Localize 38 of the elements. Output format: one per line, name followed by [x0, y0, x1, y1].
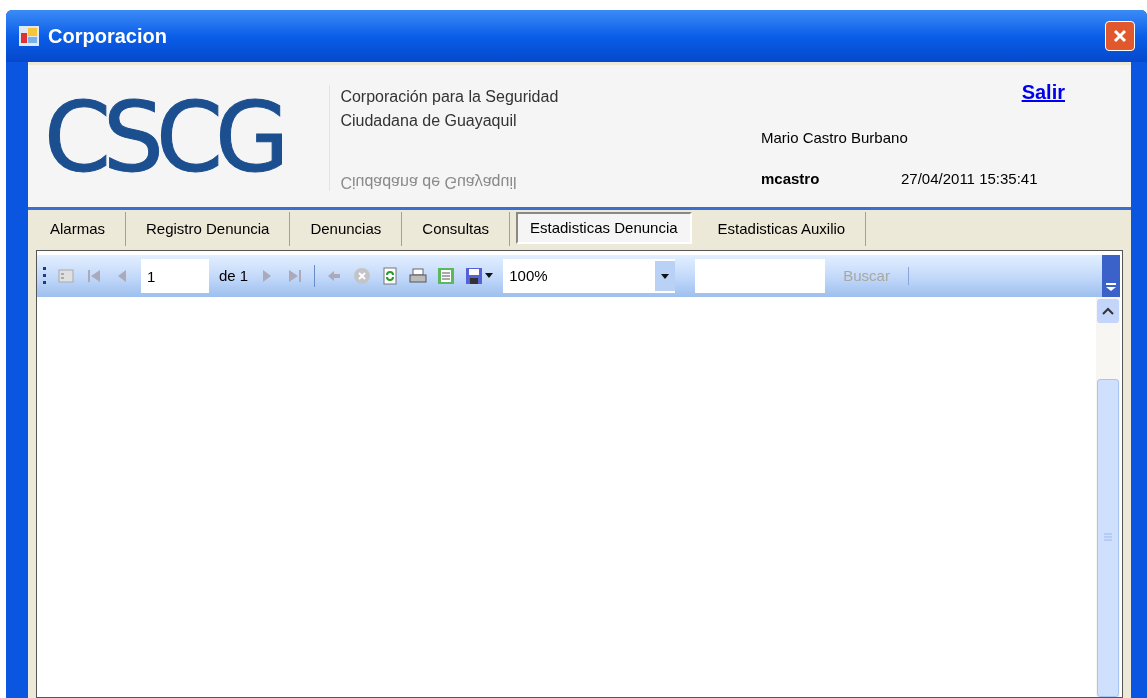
tab[interactable]: Registro Denuncia: [126, 212, 291, 246]
first-page-icon[interactable]: [85, 267, 103, 285]
app-icon: [18, 25, 40, 47]
organization-name: Corporación para la Seguridad: [340, 87, 559, 107]
username: mcastro: [761, 168, 821, 189]
logout-link[interactable]: Salir: [1021, 77, 1065, 107]
zoom-dropdown[interactable]: 100%: [503, 259, 676, 293]
refresh-icon[interactable]: [381, 267, 400, 285]
save-button[interactable]: [465, 267, 494, 285]
tab[interactable]: Estadisticas Auxilio: [697, 212, 867, 246]
print-icon[interactable]: [409, 267, 428, 285]
page-field[interactable]: 1: [141, 259, 209, 293]
window-title: Corporacion: [48, 24, 168, 49]
overflow-icon: [1106, 283, 1116, 291]
page-count: de 1: [219, 265, 249, 286]
close-icon: [1112, 28, 1128, 44]
close-button[interactable]: [1105, 21, 1135, 51]
user-name: Mario Castro Burbano: [761, 128, 909, 148]
date-time: 27/04/2011 15:35:41: [901, 168, 1038, 189]
document-map-icon[interactable]: [57, 267, 75, 285]
search-field[interactable]: [695, 259, 826, 293]
tab[interactable]: Estadisticas Denuncia: [516, 212, 692, 244]
toolbar-overflow-button[interactable]: [1102, 255, 1120, 297]
stop-icon[interactable]: [353, 267, 372, 285]
scroll-up-button[interactable]: [1097, 299, 1119, 323]
vertical-scrollbar[interactable]: [1096, 297, 1120, 697]
logo: CSCG: [44, 90, 283, 186]
caret-icon: [661, 273, 670, 279]
tab[interactable]: Denuncias: [290, 212, 403, 246]
tab[interactable]: Alarmas: [30, 212, 126, 246]
chevron-up-icon: [1102, 307, 1114, 315]
scroll-thumb[interactable]: [1097, 379, 1119, 697]
tab[interactable]: Consultas: [402, 212, 510, 246]
organization-name: Ciudadana de Guayaquil: [340, 111, 518, 131]
page-layout-icon[interactable]: [437, 267, 456, 285]
grip-icon: [43, 266, 47, 286]
caret-icon: [485, 273, 494, 279]
reflection-text: Ciudadana de Guayaquil: [340, 173, 518, 191]
